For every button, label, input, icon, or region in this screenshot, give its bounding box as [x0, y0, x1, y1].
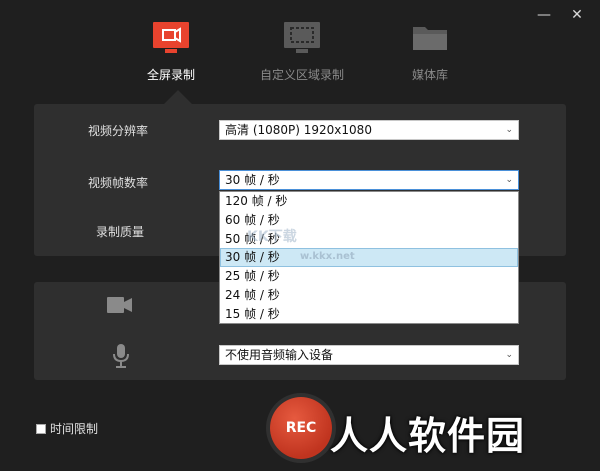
- active-tab-indicator: [164, 90, 192, 104]
- audio-input-select[interactable]: 不使用音频输入设备 ⌄: [219, 345, 519, 365]
- quality-label: 录制质量: [96, 225, 145, 239]
- framerate-dropdown-list: 120 帧 / 秒 60 帧 / 秒 50 帧 / 秒 30 帧 / 秒 25 …: [219, 191, 519, 324]
- tab-label: 全屏录制: [146, 68, 195, 82]
- tab-media-library[interactable]: 媒体库: [360, 18, 500, 83]
- camera-icon: [107, 297, 132, 313]
- framerate-select[interactable]: 30 帧 / 秒 ⌄: [219, 170, 519, 190]
- resolution-select[interactable]: 高清 (1080P) 1920x1080 ⌄: [219, 120, 519, 140]
- resolution-label: 视频分辨率: [88, 124, 149, 138]
- tab-region-record[interactable]: 自定义区域录制: [232, 18, 372, 83]
- folder-icon: [413, 27, 447, 50]
- fullscreen-record-icon: [153, 22, 189, 53]
- watermark-url: w.kkx.net: [300, 251, 355, 262]
- chevron-down-icon: ⌄: [505, 175, 513, 185]
- framerate-option[interactable]: 25 帧 / 秒: [220, 267, 518, 286]
- framerate-label: 视频帧数率: [88, 176, 149, 190]
- microphone-icon: [113, 344, 129, 368]
- record-button[interactable]: REC: [270, 397, 332, 459]
- tab-fullscreen-record[interactable]: 全屏录制: [101, 18, 241, 83]
- framerate-value: 30 帧 / 秒: [225, 173, 280, 187]
- audio-input-value: 不使用音频输入设备: [225, 348, 334, 362]
- region-record-icon: [284, 22, 320, 53]
- time-limit-checkbox[interactable]: 时间限制: [36, 420, 98, 437]
- resolution-value: 高清 (1080P) 1920x1080: [225, 123, 372, 137]
- watermark-logo: 人人软件园: [330, 414, 526, 458]
- framerate-option[interactable]: 24 帧 / 秒: [220, 286, 518, 305]
- time-limit-label: 时间限制: [50, 422, 99, 436]
- mode-tabs: 全屏录制 自定义区域录制 媒体库: [0, 18, 600, 98]
- framerate-option-selected[interactable]: 30 帧 / 秒: [220, 248, 518, 268]
- tab-label: 媒体库: [411, 68, 448, 82]
- chevron-down-icon: ⌄: [505, 125, 513, 135]
- tab-label: 自定义区域录制: [259, 68, 344, 82]
- framerate-option[interactable]: 120 帧 / 秒: [220, 192, 518, 211]
- chevron-down-icon: ⌄: [505, 350, 513, 360]
- framerate-option[interactable]: 15 帧 / 秒: [220, 305, 518, 324]
- checkbox-icon: [36, 424, 46, 434]
- watermark-text: KK下载: [247, 229, 297, 245]
